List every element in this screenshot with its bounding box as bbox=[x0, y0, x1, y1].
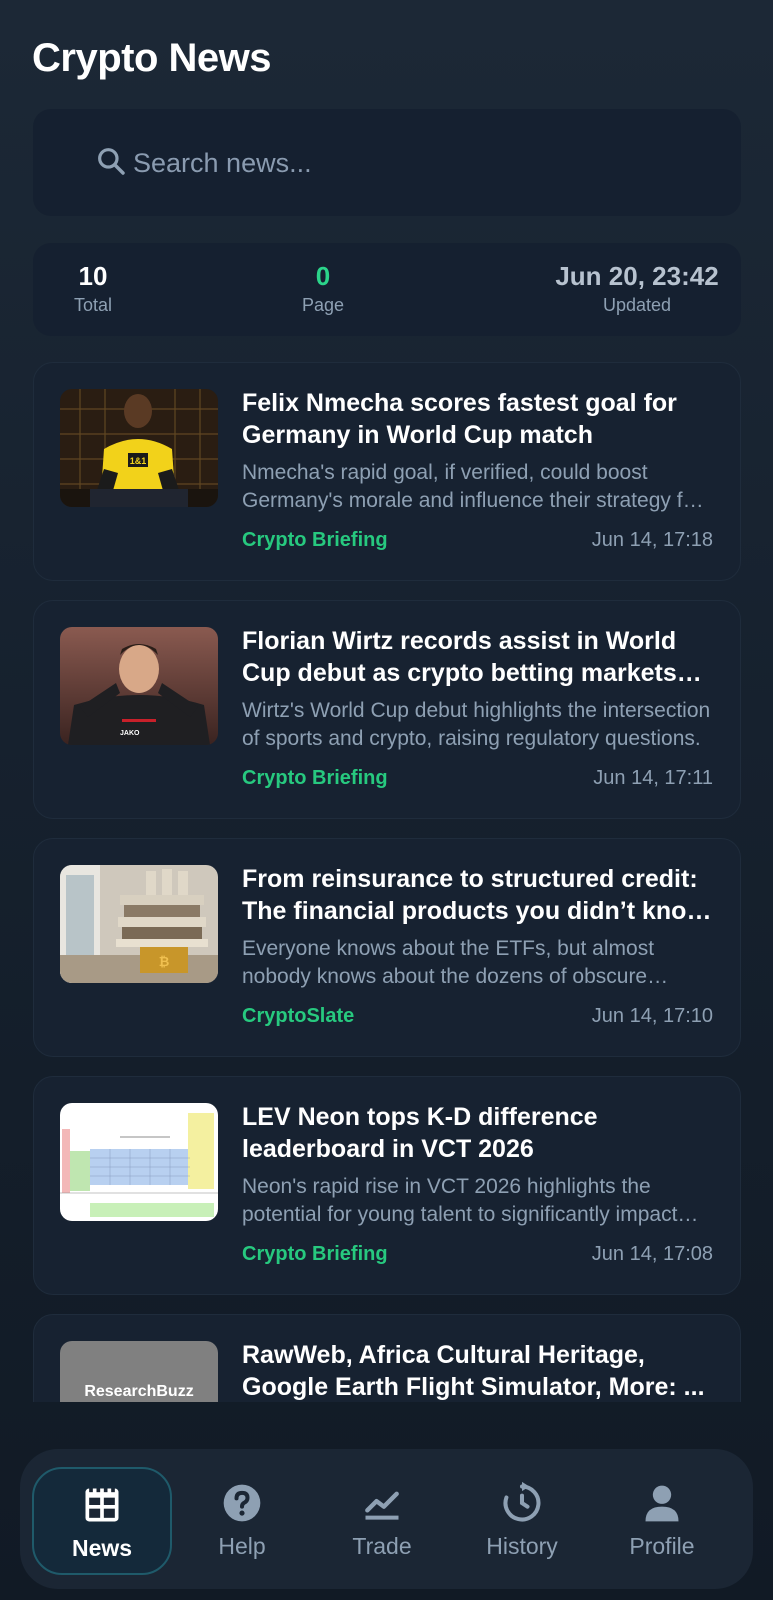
profile-icon bbox=[645, 1485, 679, 1522]
stat-page-value: 0 bbox=[315, 261, 331, 291]
thumb-text: ₿ bbox=[159, 955, 170, 970]
news-card[interactable]: 1&1 Felix Nmecha scores fastest goal for… bbox=[33, 362, 741, 581]
news-title[interactable]: Felix Nmecha scores fastest goal for Ger… bbox=[242, 387, 712, 451]
nav-item-trade[interactable]: Trade bbox=[312, 1467, 452, 1575]
news-timestamp: Jun 14, 17:08 bbox=[591, 1243, 713, 1265]
news-description: Everyone knows about the ETFs, but almos… bbox=[242, 937, 655, 988]
stat-updated-value: Jun 20, 23:42 bbox=[555, 261, 719, 291]
bottom-nav: News Help Trade History Profile bbox=[20, 1449, 753, 1589]
news-title[interactable]: RawWeb, Africa Cultural Heritage, Google… bbox=[242, 1339, 712, 1402]
news-title[interactable]: LEV Neon tops K-D difference leaderboard… bbox=[242, 1101, 712, 1165]
news-description: Nmecha's rapid goal, if verified, could … bbox=[242, 461, 702, 512]
stats-panel: 10 Total 0 Page Jun 20, 23:42 Updated bbox=[33, 243, 741, 336]
news-list[interactable]: 1&1 Felix Nmecha scores fastest goal for… bbox=[0, 362, 773, 1402]
nav-label: News bbox=[71, 1535, 133, 1561]
nav-item-help[interactable]: Help bbox=[172, 1467, 312, 1575]
news-thumbnail: ₿ bbox=[60, 865, 218, 983]
news-description: Wirtz's World Cup debut highlights the i… bbox=[242, 699, 711, 750]
news-card[interactable]: ResearchBuzz RawWeb, Africa Cultural Her… bbox=[33, 1314, 741, 1402]
news-description: Neon's rapid rise in VCT 2026 highlights… bbox=[242, 1175, 678, 1226]
news-card[interactable]: ₿ From reinsurance to structured credit:… bbox=[33, 838, 741, 1057]
search-bar[interactable] bbox=[33, 109, 741, 216]
search-icon bbox=[98, 148, 125, 175]
stat-page-label: Page bbox=[301, 295, 345, 315]
stat-total-label: Total bbox=[73, 295, 113, 315]
news-timestamp: Jun 14, 17:10 bbox=[591, 1005, 713, 1027]
news-source: Crypto Briefing bbox=[242, 529, 388, 551]
page-title: Crypto News bbox=[32, 36, 272, 80]
news-icon bbox=[85, 1488, 119, 1522]
news-title[interactable]: From reinsurance to structured credit: T… bbox=[242, 863, 712, 927]
thumb-text: ResearchBuzz bbox=[84, 1383, 194, 1400]
nav-label: Trade bbox=[352, 1533, 412, 1559]
news-card[interactable]: JAKO Florian Wirtz records assist in Wor… bbox=[33, 600, 741, 819]
stat-updated: Jun 20, 23:42 Updated bbox=[537, 261, 737, 317]
news-thumbnail bbox=[60, 1103, 218, 1221]
news-card[interactable]: LEV Neon tops K-D difference leaderboard… bbox=[33, 1076, 741, 1295]
stat-total: 10 Total bbox=[58, 261, 128, 317]
history-icon bbox=[503, 1481, 541, 1522]
nav-label: Profile bbox=[629, 1533, 695, 1559]
help-icon bbox=[223, 1484, 261, 1522]
news-thumbnail: 1&1 bbox=[60, 389, 218, 507]
news-timestamp: Jun 14, 17:18 bbox=[591, 529, 713, 551]
thumb-text: 1&1 bbox=[130, 456, 147, 466]
nav-item-history[interactable]: History bbox=[452, 1467, 592, 1575]
crypto-news-screen: Crypto News 10 Total 0 Page Jun 20, 23:4… bbox=[0, 0, 773, 1600]
news-title[interactable]: Florian Wirtz records assist in World Cu… bbox=[242, 625, 712, 689]
news-thumbnail: JAKO bbox=[60, 627, 218, 745]
stat-total-value: 10 bbox=[78, 261, 108, 291]
news-timestamp: Jun 14, 17:11 bbox=[593, 767, 713, 789]
nav-item-profile[interactable]: Profile bbox=[592, 1467, 732, 1575]
thumb-text: JAKO bbox=[120, 730, 140, 737]
news-source: Crypto Briefing bbox=[242, 1243, 388, 1265]
stat-updated-label: Updated bbox=[602, 295, 672, 315]
news-source: Crypto Briefing bbox=[242, 767, 388, 789]
stat-page: 0 Page bbox=[283, 261, 363, 317]
nav-label: Help bbox=[218, 1533, 266, 1559]
nav-item-news[interactable]: News bbox=[32, 1467, 172, 1575]
news-source: CryptoSlate bbox=[242, 1005, 355, 1027]
search-input[interactable] bbox=[133, 135, 693, 191]
news-thumbnail: ResearchBuzz bbox=[60, 1341, 218, 1402]
nav-label: History bbox=[486, 1533, 558, 1559]
trade-icon bbox=[365, 1491, 399, 1520]
